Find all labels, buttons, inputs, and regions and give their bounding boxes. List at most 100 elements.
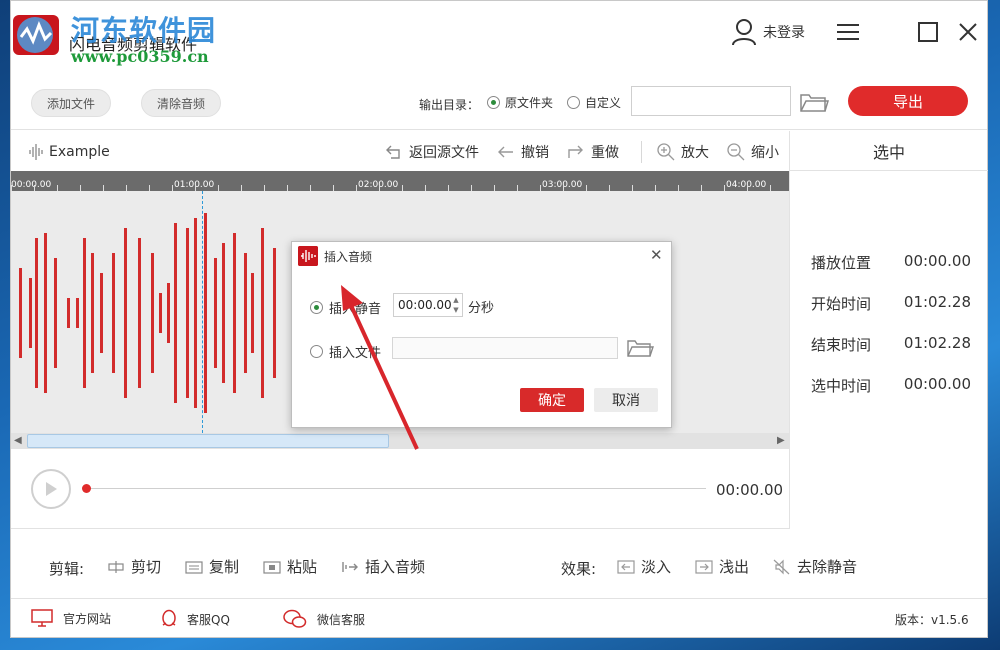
waveform-bar: [29, 278, 32, 348]
cut-button[interactable]: 剪切: [107, 556, 161, 577]
remove-silence-button[interactable]: 去除静音: [773, 556, 857, 577]
waveform-bar: [35, 238, 38, 388]
app-logo-icon: [13, 15, 59, 55]
insert-audio-icon: [342, 561, 358, 572]
waveform-bar: [186, 228, 189, 398]
scrollbar-thumb[interactable]: [27, 434, 389, 448]
selection-row-label: 开始时间: [811, 295, 872, 313]
wechat-support-link[interactable]: 微信客服: [283, 609, 365, 629]
horizontal-scrollbar[interactable]: ◀ ▶: [11, 433, 789, 449]
dialog-close-icon[interactable]: ✕: [650, 246, 663, 264]
close-button[interactable]: [953, 17, 983, 47]
redo-button[interactable]: 重做: [567, 142, 619, 162]
fade-in-label: 淡入: [641, 558, 672, 576]
dialog-cancel-button[interactable]: 取消: [594, 388, 658, 412]
audio-file-name: Example: [29, 143, 110, 161]
insert-audio-button[interactable]: 插入音频: [341, 556, 425, 577]
clear-audio-button[interactable]: 清除音频: [141, 89, 221, 117]
insert-silence-label: 插入静音: [329, 302, 382, 317]
official-site-link[interactable]: 官方网站: [31, 609, 111, 627]
export-button[interactable]: 导出: [848, 86, 968, 116]
stepper-up-icon[interactable]: ▲: [451, 295, 461, 305]
selection-row-value: 01:02.28: [903, 334, 971, 352]
radio-source[interactable]: [487, 96, 500, 109]
fade-in-button[interactable]: 淡入: [617, 556, 671, 577]
waveform-bar: [151, 253, 154, 373]
selection-row-label: 选中时间: [811, 377, 872, 395]
radio-insert-silence[interactable]: [310, 301, 323, 314]
menu-button[interactable]: [833, 17, 863, 47]
waveform-bar: [91, 253, 94, 373]
insert-audio-label: 插入音频: [365, 558, 426, 576]
waveform-bar: [204, 213, 207, 413]
zoom-out-button[interactable]: 缩小: [727, 142, 779, 162]
qq-support-link[interactable]: 客服QQ: [161, 609, 230, 629]
selection-row-value: 01:02.28: [903, 293, 971, 311]
stepper-down-icon[interactable]: ▼: [451, 305, 461, 315]
edit-effects-bar: 剪辑: 剪切 复制 粘贴 插入音频 效果: 淡入 浅出 去除静音: [11, 529, 987, 599]
undo-button[interactable]: 撤销: [497, 142, 549, 162]
stepper-arrows[interactable]: ▲ ▼: [451, 295, 461, 315]
selection-panel-title: 选中: [790, 131, 988, 171]
paste-label: 粘贴: [287, 558, 318, 576]
selection-row-label: 播放位置: [811, 254, 872, 272]
revert-source-button[interactable]: 返回源文件: [385, 142, 479, 162]
user-login[interactable]: 未登录: [731, 17, 805, 47]
selection-row: 播放位置 00:00.00: [811, 252, 971, 273]
selection-row: 结束时间 01:02.28: [811, 334, 971, 355]
cut-icon: [108, 560, 124, 573]
copy-button[interactable]: 复制: [185, 556, 239, 577]
waveform-bar: [112, 253, 115, 373]
waveform-bar: [222, 243, 225, 383]
dialog-title: 插入音频: [324, 250, 373, 264]
user-status-label: 未登录: [763, 25, 805, 41]
output-dir-input[interactable]: [631, 86, 791, 116]
edit-label: 剪辑:: [49, 560, 85, 578]
dialog-ok-button[interactable]: 确定: [520, 388, 584, 412]
insert-file-option[interactable]: 插入文件: [310, 342, 381, 361]
output-source-option[interactable]: 原文件夹: [487, 94, 553, 111]
waveform-bar: [76, 298, 79, 328]
playback-progress-track[interactable]: [86, 488, 706, 489]
playhead-cursor[interactable]: [202, 191, 203, 433]
waveform-bar: [19, 268, 22, 358]
timeline-ruler[interactable]: 00:00.00 01:00.00 02:00.00 03:00.00 04:0…: [11, 171, 789, 191]
waveform-bar: [44, 233, 47, 393]
mute-icon: [773, 559, 790, 574]
waveform-bar: [167, 283, 170, 343]
paste-icon: [263, 560, 281, 574]
zoom-in-button[interactable]: 放大: [657, 142, 709, 162]
insert-silence-option[interactable]: 插入静音: [310, 298, 381, 317]
cut-label: 剪切: [131, 558, 162, 576]
waveform-bar: [261, 228, 264, 398]
user-icon: [732, 19, 756, 46]
scroll-left-arrow-icon[interactable]: ◀: [14, 435, 22, 446]
silence-duration-stepper[interactable]: 00:00.00 ▲ ▼: [393, 293, 463, 317]
insert-file-input[interactable]: [392, 337, 618, 359]
waveform-bar: [83, 238, 86, 388]
editor-toolbar: Example 返回源文件 撤销 重做 放大 缩小: [11, 131, 789, 171]
dialog-header: 插入音频 ✕: [292, 242, 671, 270]
scroll-right-arrow-icon[interactable]: ▶: [777, 435, 785, 446]
radio-custom[interactable]: [567, 96, 580, 109]
duration-unit-label: 分秒: [468, 301, 495, 316]
add-file-button[interactable]: 添加文件: [31, 89, 111, 117]
browse-folder-icon[interactable]: [799, 89, 829, 115]
dialog-folder-icon[interactable]: [626, 338, 654, 358]
maximize-button[interactable]: [913, 17, 943, 47]
output-dir-label: 输出目录：: [419, 98, 480, 112]
waveform-bar: [251, 273, 254, 353]
main-toolbar: 添加文件 清除音频 输出目录： 原文件夹 自定义 导出: [11, 67, 987, 130]
insert-audio-dialog: 插入音频 ✕ 插入静音 00:00.00 ▲ ▼ 分秒 插入文件 确定 取消: [291, 241, 672, 428]
playback-progress-handle[interactable]: [82, 484, 91, 493]
wechat-support-label: 微信客服: [317, 612, 366, 627]
play-button[interactable]: [31, 469, 71, 509]
fade-out-button[interactable]: 浅出: [695, 556, 749, 577]
hamburger-icon: [837, 24, 859, 40]
paste-button[interactable]: 粘贴: [263, 556, 317, 577]
output-custom-option[interactable]: 自定义: [567, 94, 621, 111]
ruler-tick-label: 00:00.00: [11, 180, 52, 190]
fade-out-label: 浅出: [719, 558, 750, 576]
audio-wave-icon: [298, 246, 318, 266]
radio-insert-file[interactable]: [310, 345, 323, 358]
